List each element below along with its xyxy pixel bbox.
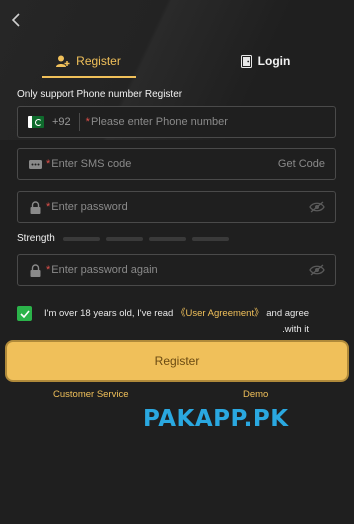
agreement-checkbox[interactable] bbox=[17, 306, 32, 321]
agreement-text: I'm over 18 years old, I've read 《User A… bbox=[44, 306, 309, 338]
get-code-button[interactable]: Get Code bbox=[278, 158, 325, 170]
chevron-left-icon bbox=[11, 13, 20, 27]
divider bbox=[78, 113, 80, 131]
pakistan-flag-icon bbox=[28, 116, 44, 128]
password-field[interactable]: * Enter password bbox=[17, 191, 336, 223]
auth-tabs: Register Login bbox=[0, 44, 354, 78]
sms-icon bbox=[28, 157, 42, 171]
footer-links: Customer Service Demo bbox=[0, 389, 354, 401]
sms-input[interactable]: Enter SMS code bbox=[51, 158, 131, 170]
check-icon bbox=[19, 309, 30, 318]
agreement-suffix: and agree bbox=[266, 308, 310, 319]
eye-off-icon[interactable] bbox=[309, 264, 325, 276]
strength-bar bbox=[62, 236, 100, 241]
confirm-password-field[interactable]: * Enter password again bbox=[17, 254, 336, 286]
required-mark: * bbox=[46, 158, 51, 170]
required-mark: * bbox=[46, 201, 51, 213]
strength-label: Strength bbox=[17, 233, 55, 244]
back-button[interactable] bbox=[6, 10, 26, 30]
customer-service-link[interactable]: Customer Service bbox=[53, 389, 129, 400]
strength-bar bbox=[191, 236, 229, 241]
eye-off-icon[interactable] bbox=[309, 201, 325, 213]
required-mark: * bbox=[85, 116, 90, 128]
active-tab-indicator bbox=[41, 76, 136, 78]
phone-field[interactable]: +92 * Please enter Phone number bbox=[17, 106, 336, 138]
sms-field[interactable]: * Enter SMS code Get Code bbox=[17, 148, 336, 180]
agreement-prefix: I'm over 18 years old, I've read bbox=[44, 308, 174, 319]
user-plus-icon bbox=[56, 55, 70, 67]
lock-icon bbox=[28, 200, 42, 214]
demo-link[interactable]: Demo bbox=[243, 389, 268, 400]
watermark: PAKAPP.PK bbox=[143, 406, 289, 432]
door-icon bbox=[240, 54, 252, 68]
confirm-password-input[interactable]: Enter password again bbox=[51, 264, 157, 276]
strength-bar bbox=[148, 236, 186, 241]
register-button[interactable]: Register bbox=[5, 340, 349, 382]
tab-register[interactable]: Register bbox=[0, 44, 177, 78]
country-code[interactable]: +92 bbox=[52, 116, 71, 128]
tab-login-label: Login bbox=[257, 54, 291, 68]
tab-login[interactable]: Login bbox=[177, 44, 354, 78]
tab-register-label: Register bbox=[76, 54, 121, 68]
phone-input[interactable]: Please enter Phone number bbox=[91, 116, 228, 128]
agreement-row: I'm over 18 years old, I've read 《User A… bbox=[17, 306, 337, 338]
register-note: Only support Phone number Register bbox=[17, 89, 183, 100]
lock-icon bbox=[28, 263, 42, 277]
strength-bars bbox=[62, 236, 229, 241]
agreement-line2: .with it bbox=[282, 324, 310, 335]
password-strength: Strength bbox=[17, 233, 229, 244]
required-mark: * bbox=[46, 264, 51, 276]
strength-bar bbox=[105, 236, 143, 241]
password-input[interactable]: Enter password bbox=[51, 201, 127, 213]
user-agreement-link[interactable]: 《User Agreement》 bbox=[176, 308, 264, 319]
